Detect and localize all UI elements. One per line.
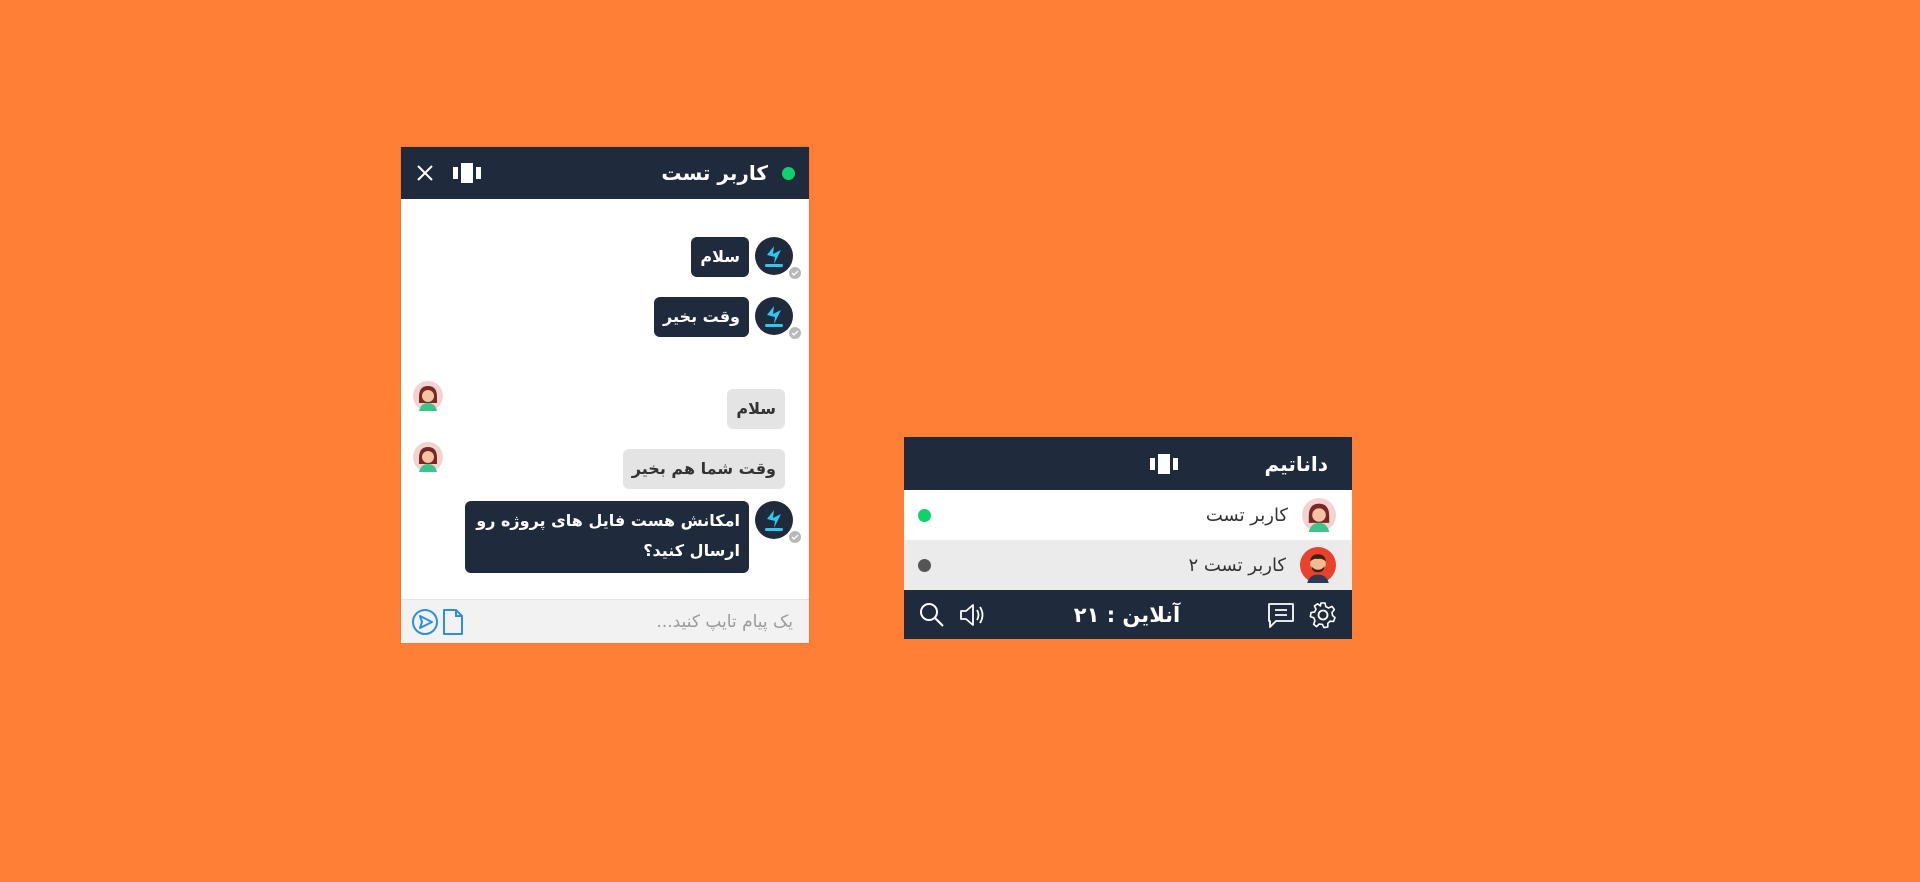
online-count: آنلاین : ۲۱ xyxy=(1073,602,1181,627)
message-incoming-bubble: وقت شما هم بخیر xyxy=(622,449,785,489)
message-bubble: امکانش هست فایل های پروژه رو ارسال کنید؟ xyxy=(465,501,749,573)
user-avatar xyxy=(413,381,443,411)
chat-header-controls xyxy=(415,162,481,184)
gear-icon xyxy=(1309,601,1336,628)
brand-avatar xyxy=(755,237,803,281)
message-bubble: وقت بخیر xyxy=(654,297,749,337)
panel-title: داناتیم xyxy=(1264,451,1329,476)
contact-info: کاربر تست xyxy=(1206,498,1336,532)
female-avatar-icon xyxy=(413,442,443,472)
close-icon xyxy=(417,165,433,181)
composer-actions xyxy=(411,608,465,636)
brand-avatar xyxy=(755,501,803,545)
message-incoming-bubble: سلام xyxy=(727,389,785,429)
delivered-check-icon xyxy=(787,529,803,545)
contact-row[interactable]: کاربر تست ۲ xyxy=(904,540,1352,590)
message-outgoing: وقت بخیر xyxy=(654,297,803,341)
chat-icon xyxy=(1268,602,1294,628)
online-status-dot xyxy=(782,166,795,180)
window-toggle-icon xyxy=(453,163,481,183)
panel-footer: آنلاین : ۲۱ xyxy=(904,590,1352,639)
message-outgoing: سلام xyxy=(691,237,803,281)
chat-window: کاربر تست سلام وقت بخیر سلام وقت شما هم … xyxy=(401,147,809,643)
search-icon xyxy=(920,602,944,627)
message-outgoing: امکانش هست فایل های پروژه رو ارسال کنید؟ xyxy=(465,501,803,573)
contact-row[interactable]: کاربر تست xyxy=(904,490,1352,540)
online-status-dot xyxy=(918,508,931,522)
female-avatar-icon xyxy=(413,381,443,411)
minimize-toggle-button[interactable] xyxy=(453,162,481,184)
contacts-panel: داناتیم کاربر تست کاربر تست ۲ آنلاین: ۲… xyxy=(904,437,1352,639)
contact-info: کاربر تست ۲ xyxy=(1188,547,1336,583)
chat-title: کاربر تست xyxy=(661,161,768,185)
offline-status-dot xyxy=(918,558,931,572)
delivered-check-icon xyxy=(787,265,803,281)
chat-header: کاربر تست xyxy=(401,147,809,199)
brand-avatar xyxy=(755,297,803,341)
message-input[interactable] xyxy=(491,610,795,633)
attach-file-button[interactable] xyxy=(441,608,465,636)
male-avatar-icon xyxy=(1300,547,1336,583)
panel-footer-left xyxy=(918,601,988,629)
sound-toggle-button[interactable] xyxy=(958,601,988,629)
panel-toggle-button[interactable] xyxy=(1150,453,1178,475)
delivered-check-icon xyxy=(787,325,803,341)
female-avatar-icon xyxy=(1302,498,1336,532)
settings-button[interactable] xyxy=(1308,600,1338,630)
window-toggle-icon xyxy=(1150,454,1178,474)
user-avatar xyxy=(413,442,443,472)
contact-name: کاربر تست ۲ xyxy=(1188,554,1286,576)
search-button[interactable] xyxy=(918,601,946,629)
send-button[interactable] xyxy=(411,608,439,636)
file-icon xyxy=(443,608,463,635)
chat-header-user: کاربر تست xyxy=(661,161,795,185)
send-icon xyxy=(412,608,438,635)
panel-header: داناتیم xyxy=(904,437,1352,490)
message-bubble: سلام xyxy=(691,237,749,277)
panel-footer-right xyxy=(1266,600,1338,630)
close-button[interactable] xyxy=(415,163,435,183)
message-list: سلام وقت بخیر سلام وقت شما هم بخیر امکان… xyxy=(401,199,809,599)
message-composer xyxy=(401,599,809,643)
messages-button[interactable] xyxy=(1266,601,1296,629)
speaker-icon xyxy=(960,603,984,626)
contact-name: کاربر تست xyxy=(1205,504,1288,526)
